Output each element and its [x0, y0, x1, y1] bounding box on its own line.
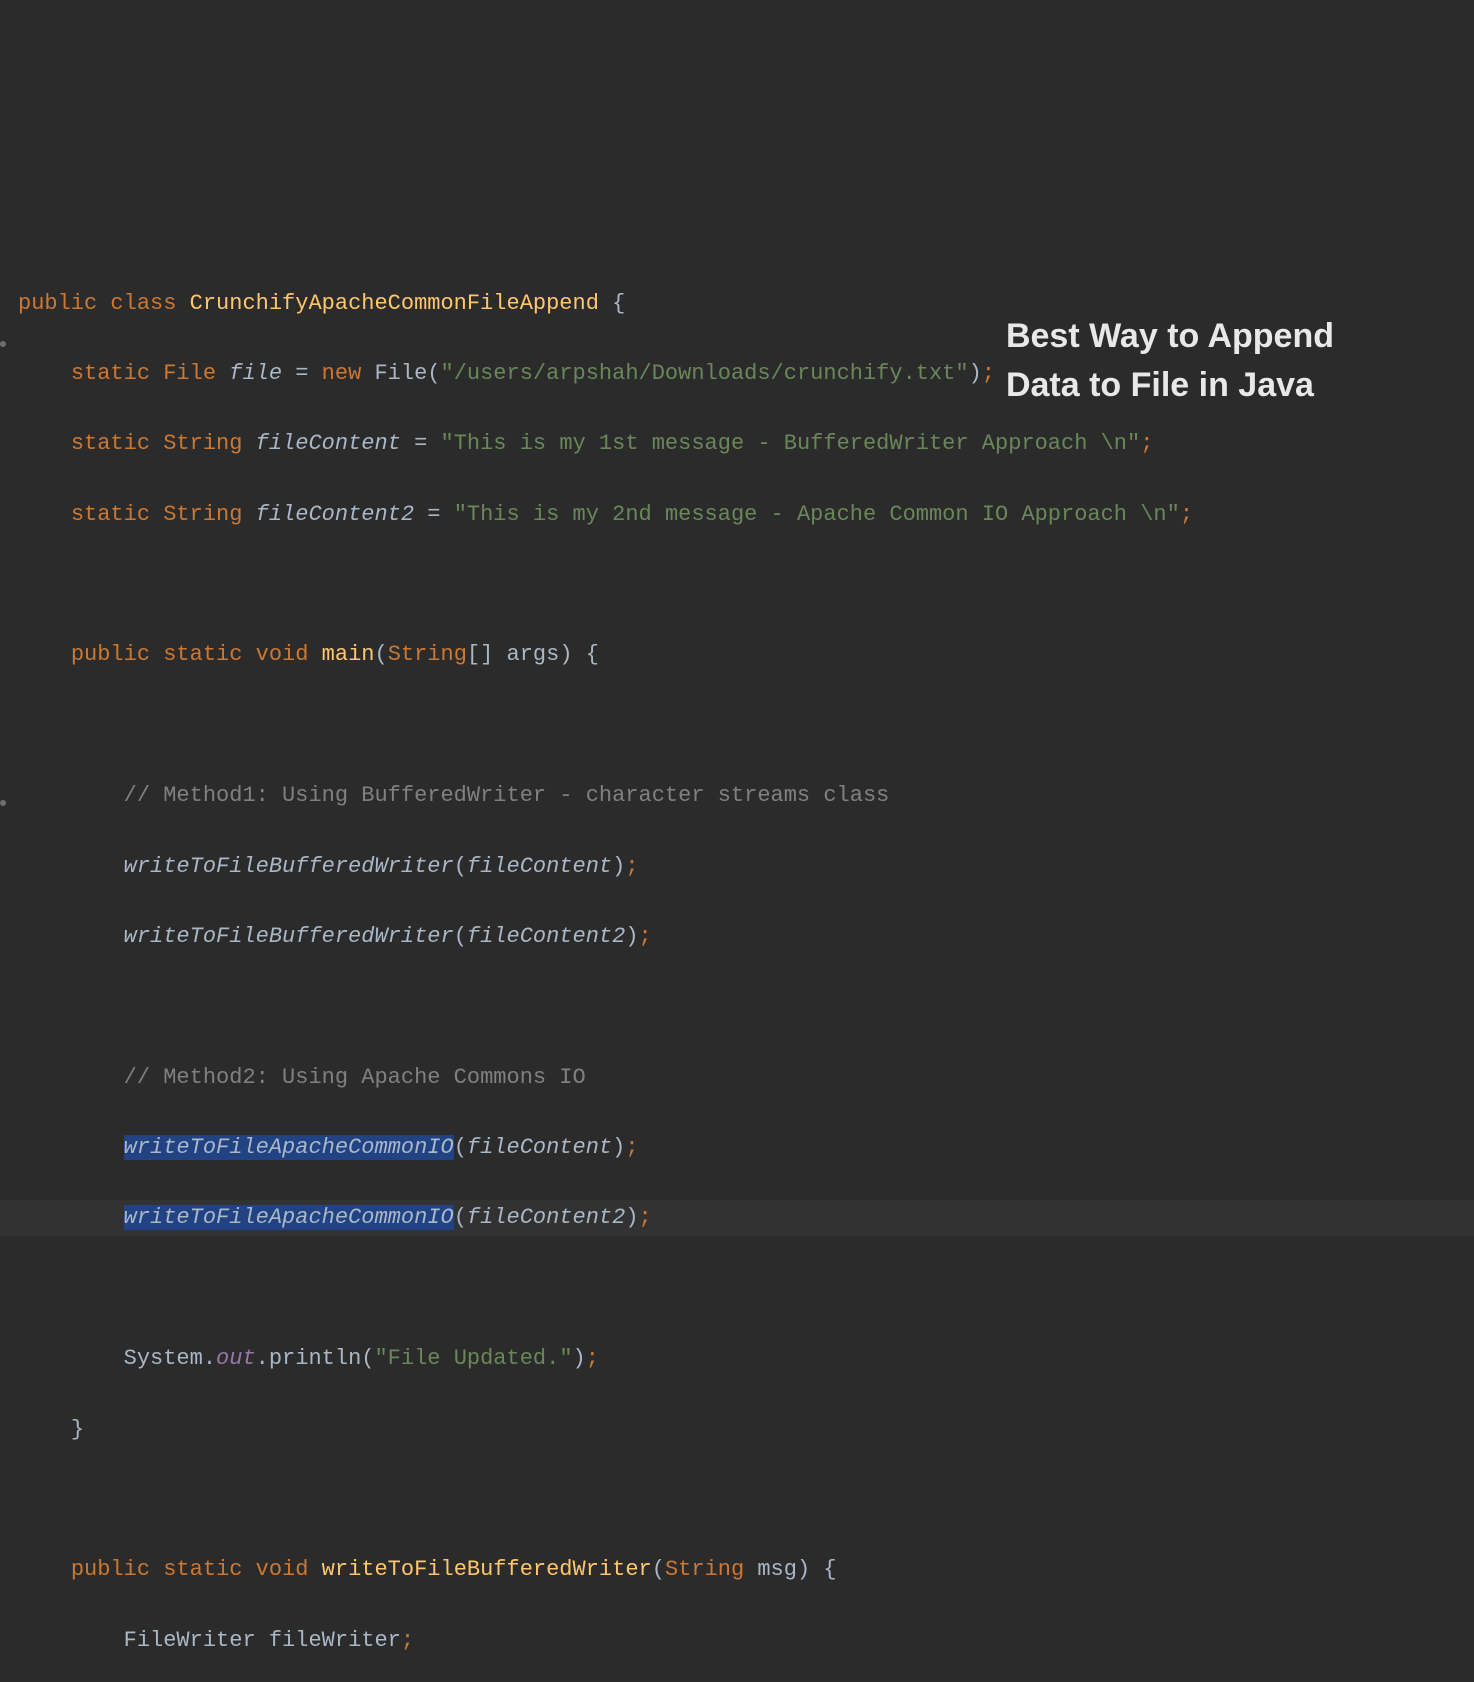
type: FileWriter: [124, 1628, 256, 1653]
keyword-public: public: [71, 642, 150, 667]
gutter-mark-icon: [0, 341, 6, 347]
keyword-void: void: [256, 1557, 309, 1582]
argument: fileContent: [467, 854, 612, 879]
keyword-static: static: [71, 431, 150, 456]
string-literal: "File Updated.": [374, 1346, 572, 1371]
code-line-empty[interactable]: [0, 989, 1474, 1024]
class-ref: System: [124, 1346, 203, 1371]
variable: fileContent: [256, 431, 401, 456]
method-name: writeToFileBufferedWriter: [322, 1557, 652, 1582]
gutter-mark-icon: [0, 800, 6, 806]
method-call: writeToFileBufferedWriter: [124, 924, 454, 949]
keyword-static: static: [71, 361, 150, 386]
string-literal: "/users/arpshah/Downloads/crunchify.txt": [441, 361, 969, 386]
argument: fileContent2: [467, 1205, 625, 1230]
code-line[interactable]: }: [0, 1412, 1474, 1447]
brace: }: [71, 1417, 84, 1442]
code-line[interactable]: static String fileContent2 = "This is my…: [0, 497, 1474, 532]
param-name: args: [507, 642, 560, 667]
string-literal: "This is my 2nd message - Apache Common …: [454, 502, 1180, 527]
argument: fileContent: [467, 1135, 612, 1160]
variable: fileContent2: [256, 502, 414, 527]
static-field: out: [216, 1346, 256, 1371]
code-line[interactable]: // Method2: Using Apache Commons IO: [0, 1060, 1474, 1095]
text-selection: writeToFileApacheCommonIO: [124, 1205, 454, 1230]
overlay-caption: Best Way to Append Data to File in Java: [1006, 312, 1334, 411]
method-call: writeToFileApacheCommonIO: [124, 1135, 454, 1160]
code-line[interactable]: writeToFileApacheCommonIO(fileContent);: [0, 1130, 1474, 1165]
argument: fileContent2: [467, 924, 625, 949]
variable: fileWriter: [256, 1628, 401, 1653]
code-line-current[interactable]: writeToFileApacheCommonIO(fileContent2);: [0, 1200, 1474, 1235]
variable: file: [229, 361, 282, 386]
code-line[interactable]: // Method1: Using BufferedWriter - chara…: [0, 778, 1474, 813]
method-call: writeToFileBufferedWriter: [124, 854, 454, 879]
param-name: msg: [744, 1557, 797, 1582]
overlay-line-2: Data to File in Java: [1006, 361, 1334, 410]
method-call: println: [269, 1346, 361, 1371]
constructor-call: File: [374, 361, 427, 386]
brace: {: [599, 291, 625, 316]
code-line[interactable]: writeToFileBufferedWriter(fileContent);: [0, 849, 1474, 884]
keyword-public: public: [18, 291, 97, 316]
code-line[interactable]: public static void main(String[] args) {: [0, 637, 1474, 672]
code-line[interactable]: System.out.println("File Updated.");: [0, 1341, 1474, 1376]
keyword-public: public: [71, 1557, 150, 1582]
keyword-new: new: [322, 361, 362, 386]
comment: // Method1: Using BufferedWriter - chara…: [124, 783, 890, 808]
param-type: String: [388, 642, 467, 667]
code-line[interactable]: writeToFileBufferedWriter(fileContent2);: [0, 919, 1474, 954]
keyword-class: class: [110, 291, 176, 316]
code-line-empty[interactable]: [0, 1271, 1474, 1306]
keyword-static: static: [71, 502, 150, 527]
code-line[interactable]: public static void writeToFileBufferedWr…: [0, 1552, 1474, 1587]
code-line[interactable]: static String fileContent = "This is my …: [0, 426, 1474, 461]
text-selection: writeToFileApacheCommonIO: [124, 1135, 454, 1160]
keyword-void: void: [256, 642, 309, 667]
type: File: [163, 361, 216, 386]
keyword-static: static: [163, 642, 242, 667]
code-line-empty[interactable]: [0, 1482, 1474, 1517]
type: String: [163, 431, 242, 456]
code-line-empty[interactable]: [0, 708, 1474, 743]
method-name: main: [322, 642, 375, 667]
code-line-empty[interactable]: [0, 567, 1474, 602]
keyword-static: static: [163, 1557, 242, 1582]
string-literal: "This is my 1st message - BufferedWriter…: [441, 431, 1141, 456]
method-call: writeToFileApacheCommonIO: [124, 1205, 454, 1230]
code-line[interactable]: FileWriter fileWriter;: [0, 1623, 1474, 1658]
overlay-line-1: Best Way to Append: [1006, 312, 1334, 361]
param-type: String: [665, 1557, 744, 1582]
type: String: [163, 502, 242, 527]
comment: // Method2: Using Apache Commons IO: [124, 1065, 586, 1090]
class-name: CrunchifyApacheCommonFileAppend: [190, 291, 599, 316]
